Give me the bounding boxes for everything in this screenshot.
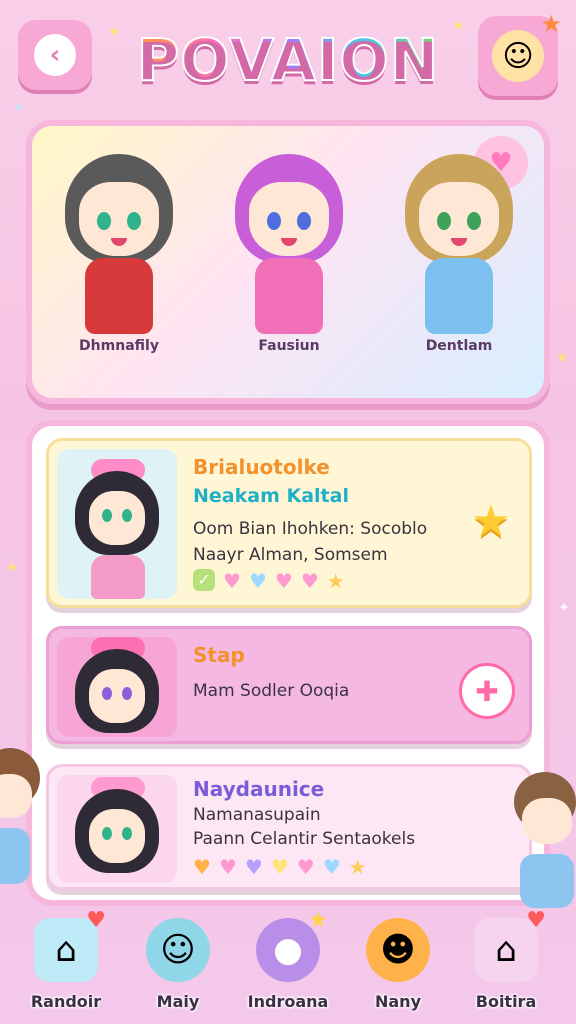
profile-avatar-icon: ☺: [492, 30, 544, 82]
house-icon: ⌂ ♥: [474, 908, 546, 982]
list-item-line: Namanasupain: [193, 805, 321, 825]
home-icon: ⌂ ♥: [34, 908, 106, 982]
list-item-line: Paann Celantir Sentaokels: [193, 829, 416, 849]
app-logo: POVAION: [136, 20, 440, 100]
list-item-title: Brialuotolke: [193, 455, 330, 479]
heart-icon: ♥: [526, 908, 546, 933]
bird-face-icon: ☺: [146, 918, 210, 982]
back-icon: ‹: [34, 34, 76, 76]
character-card[interactable]: Dentlam: [384, 154, 534, 354]
sparkle-decoration: ✦: [558, 600, 570, 616]
character-avatar: [59, 154, 179, 344]
heart-icon: ♥: [244, 855, 263, 879]
heart-icon: ♥: [223, 569, 241, 593]
list-item-line: Oom Bian Ihohken: Socoblo: [193, 519, 428, 539]
sparkle-decoration: ★: [452, 18, 465, 34]
character-list-panel: Brialuotolke Neakam Kaltal Oom Bian Ihoh…: [26, 420, 550, 906]
rating-hearts: ✓ ♥ ♥ ♥ ♥ ★: [193, 569, 345, 593]
back-button[interactable]: ‹: [18, 20, 92, 90]
heart-icon: ♥: [322, 855, 341, 879]
character-avatar: [229, 154, 349, 344]
nav-item-boitira[interactable]: ⌂ ♥ Boitira: [456, 908, 556, 1011]
nav-label: Nany: [374, 992, 421, 1011]
star-icon: ★: [540, 10, 562, 38]
star-icon: ★: [308, 908, 328, 933]
sparkle-decoration: ★: [108, 24, 121, 40]
list-item-avatar: [57, 449, 177, 599]
list-item[interactable]: Stap Mam Sodler Ooqia ✚: [46, 626, 532, 744]
list-item-avatar: [57, 637, 177, 737]
heart-icon: ♥: [86, 908, 106, 933]
heart-icon: ♥: [300, 569, 319, 593]
list-item-avatar: [57, 775, 177, 883]
nav-label: Indroana: [247, 992, 329, 1011]
sparkle-decoration: ✦: [12, 100, 24, 116]
chat-ghost-icon: ● ★: [256, 908, 328, 982]
app-title: POVAION: [136, 25, 440, 95]
star-icon: ★: [326, 569, 345, 593]
character-banner[interactable]: ♥ Dhmnafily Fausiun Dentlam: [26, 120, 550, 404]
smile-face-icon: ☻: [366, 918, 430, 982]
nav-item-nany[interactable]: ☻ Nany: [348, 918, 448, 1011]
list-item-line: Mam Sodler Ooqia: [193, 681, 350, 701]
nav-item-randoir[interactable]: ⌂ ♥ Randoir: [16, 908, 116, 1011]
bottom-navigation: ⌂ ♥ Randoir ☺ Maiy ● ★ Indroana ☻ Nany ⌂ ♥ …: [0, 908, 576, 1024]
nav-label: Randoir: [30, 992, 102, 1011]
side-character-decoration: [0, 748, 40, 908]
heart-icon: ♥: [193, 855, 211, 879]
star-icon: ★: [348, 855, 367, 879]
list-item-title: Stap: [193, 643, 245, 667]
check-icon: ✓: [193, 569, 215, 591]
heart-icon: ♥: [296, 855, 315, 879]
profile-button[interactable]: ☺ ★: [478, 10, 562, 96]
character-card[interactable]: Dhmnafily: [44, 154, 194, 354]
nav-item-maiy[interactable]: ☺ Maiy: [128, 918, 228, 1011]
star-icon[interactable]: ★: [465, 495, 517, 547]
character-card[interactable]: Fausiun: [214, 154, 364, 354]
nav-label: Boitira: [475, 992, 537, 1011]
nav-label: Maiy: [156, 992, 200, 1011]
rating-hearts: ♥ ♥ ♥ ♥ ♥ ♥ ★: [193, 855, 367, 879]
nav-item-indroana[interactable]: ● ★ Indroana: [238, 908, 338, 1011]
heart-icon: ♥: [270, 855, 289, 879]
sparkle-decoration: ★: [556, 350, 569, 366]
sparkle-decoration: ★: [6, 560, 19, 576]
character-avatar: [399, 154, 519, 344]
heart-icon: ♥: [274, 569, 293, 593]
list-item-line: Naayr Alman, Somsem: [193, 545, 388, 565]
list-item[interactable]: Brialuotolke Neakam Kaltal Oom Bian Ihoh…: [46, 438, 532, 608]
list-item-title: Naydaunice: [193, 777, 325, 801]
list-item-subtitle: Neakam Kaltal: [193, 485, 349, 507]
heart-icon: ♥: [248, 569, 267, 593]
add-star-icon[interactable]: ✚: [459, 663, 515, 719]
heart-icon: ♥: [218, 855, 237, 879]
list-item[interactable]: Naydaunice Namanasupain Paann Celantir S…: [46, 764, 532, 890]
